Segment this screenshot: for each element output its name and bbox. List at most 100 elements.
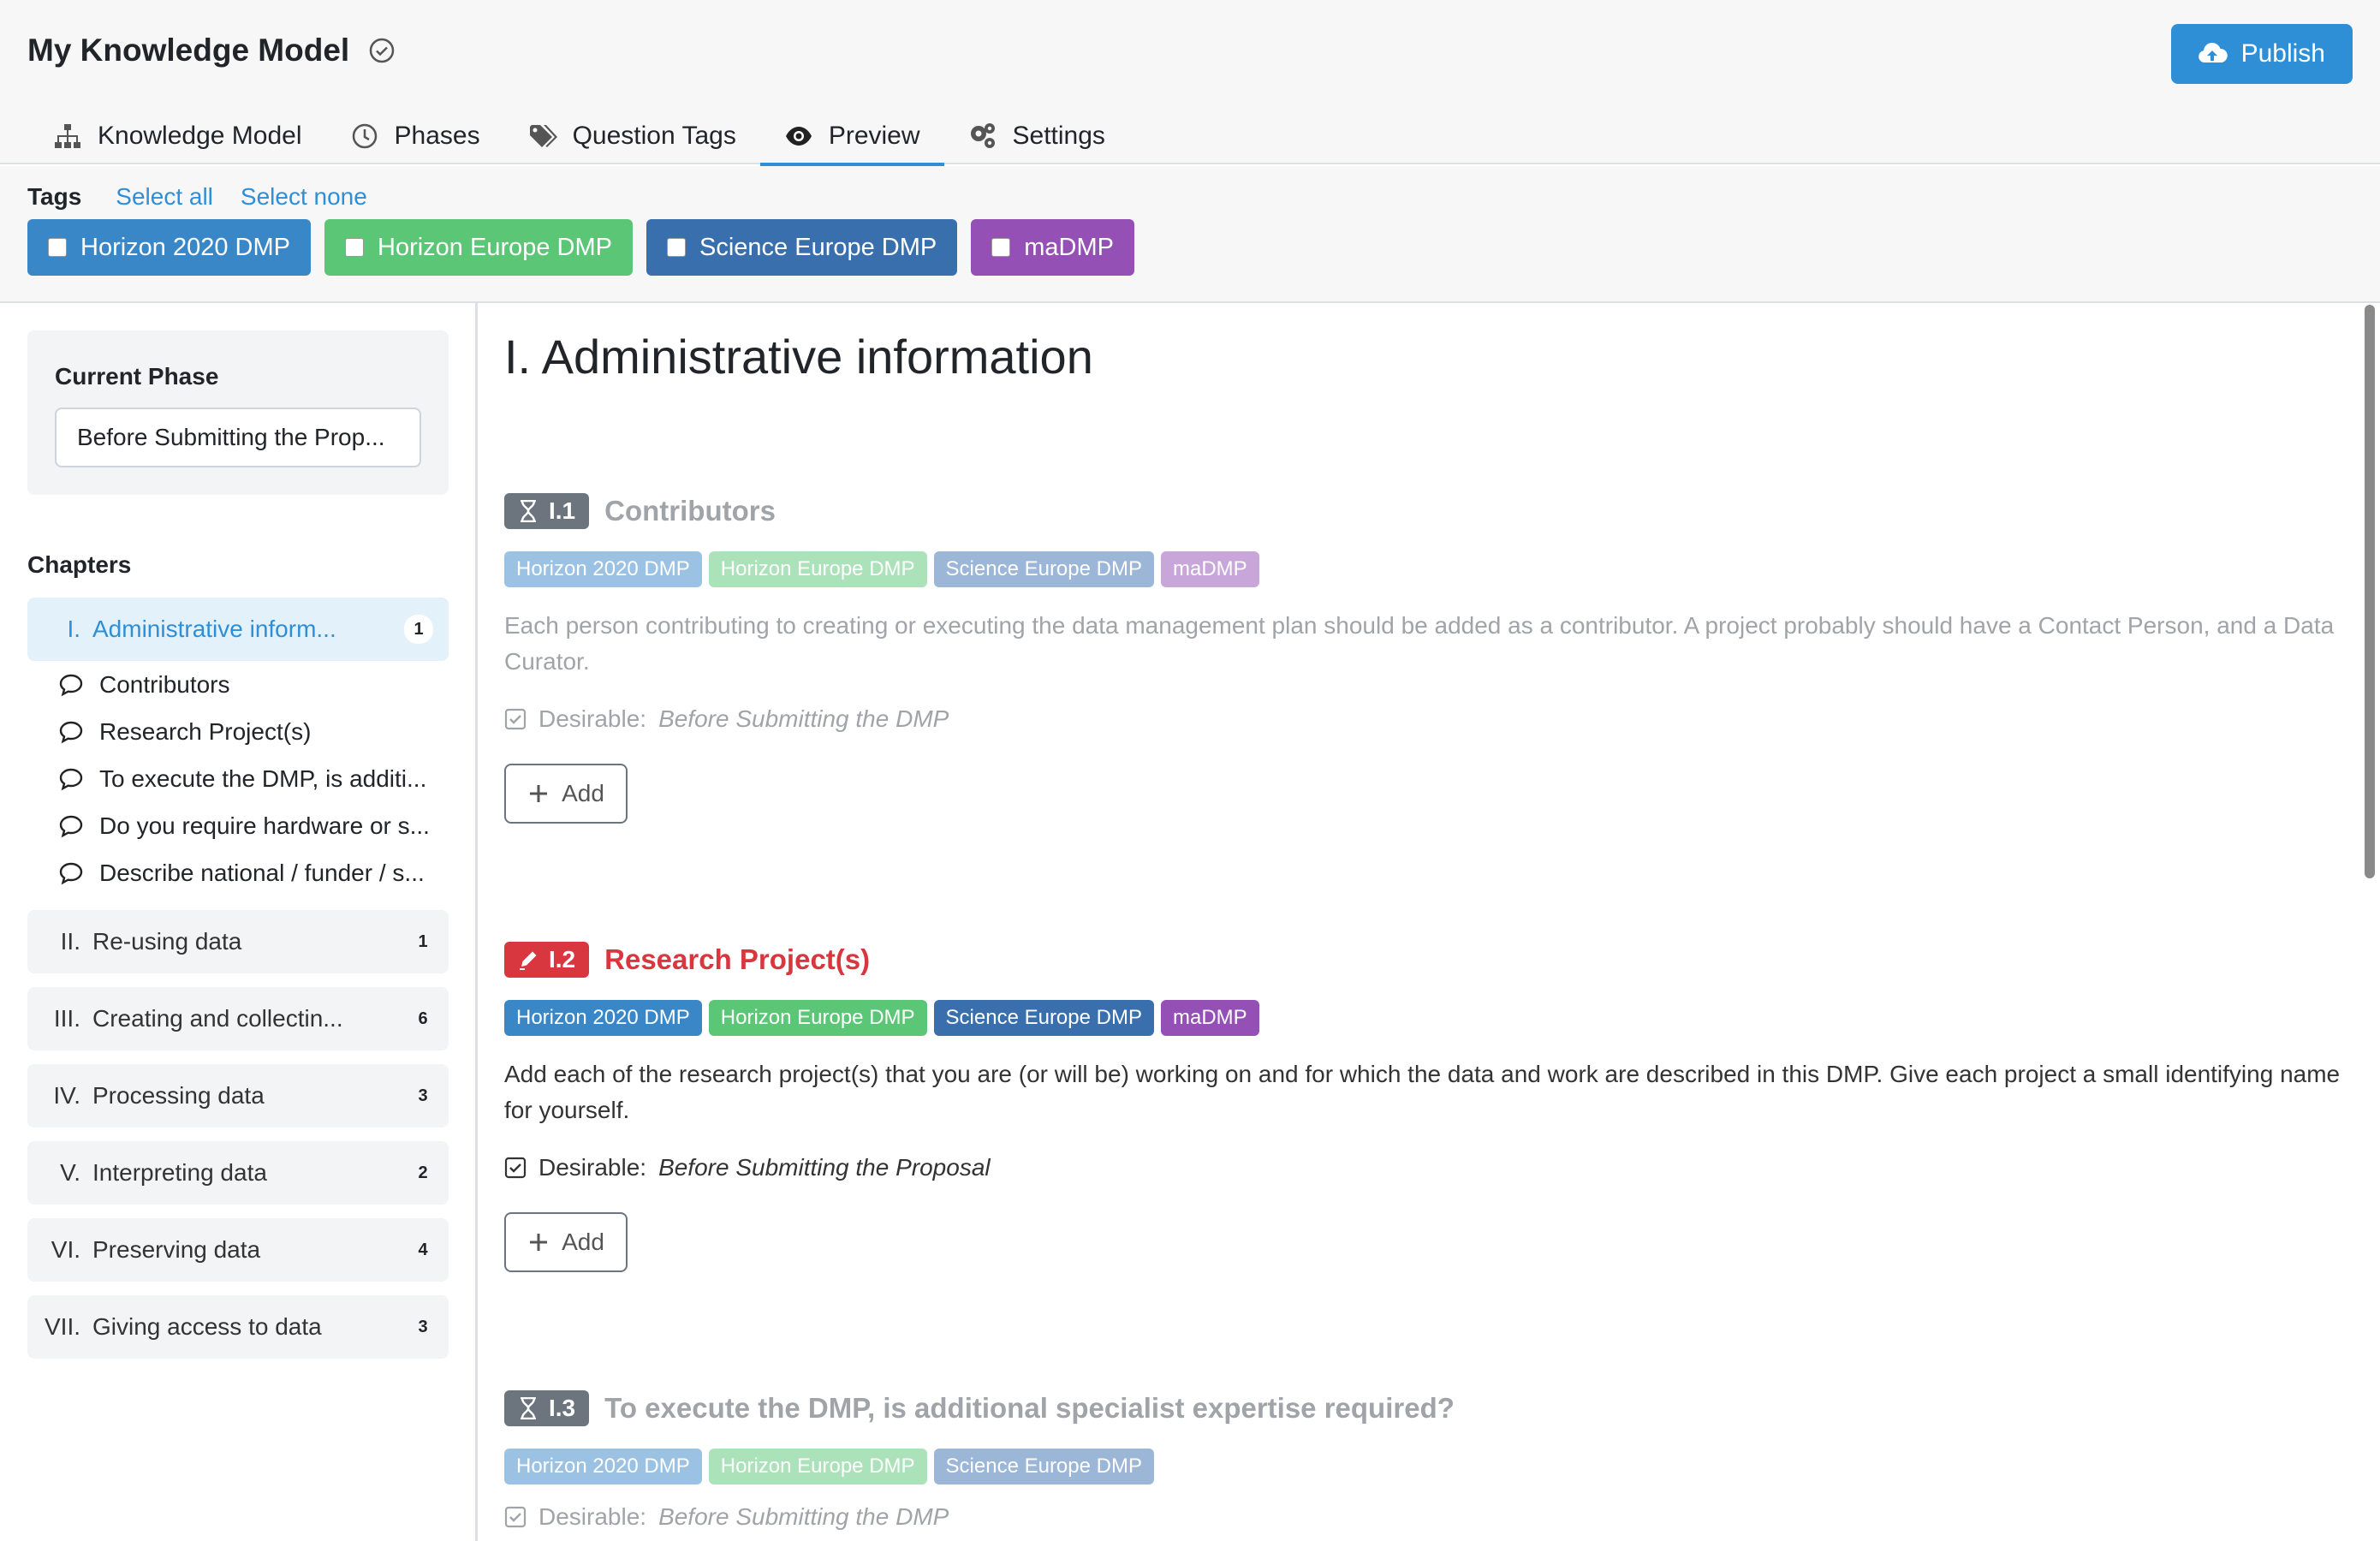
chapters-heading: Chapters <box>27 551 132 578</box>
sidebar-question-research-projects[interactable]: Research Project(s) <box>58 713 311 751</box>
phase-select[interactable]: Before Submitting the Prop... <box>55 408 421 467</box>
question-label: Contributors <box>99 671 230 698</box>
question-desirable: Desirable: Before Submitting the Proposa… <box>504 1154 2364 1181</box>
eye-icon <box>785 127 812 146</box>
tag-toggle-label: Horizon Europe DMP <box>378 233 612 261</box>
tab-question-tags[interactable]: Question Tags <box>504 108 760 164</box>
chapter-item-creating-collecting[interactable]: III. Creating and collectin... 6 <box>27 987 449 1050</box>
question-contributors: I.1 Contributors Horizon 2020 DMP Horizo… <box>504 491 2364 824</box>
check-circle-icon <box>369 38 395 63</box>
comment-icon <box>59 721 83 744</box>
check-square-icon <box>504 1506 527 1528</box>
chapter-count-badge: 6 <box>418 1008 428 1028</box>
question-number-badge: I.2 <box>504 942 590 978</box>
chapter-item-interpreting-data[interactable]: V. Interpreting data 2 <box>27 1141 449 1205</box>
select-none-link[interactable]: Select none <box>241 183 367 211</box>
tag-toggle-label: maDMP <box>1024 233 1114 261</box>
question-label: To execute the DMP, is additi... <box>99 765 427 792</box>
tag-badge: Horizon Europe DMP <box>708 551 927 587</box>
tab-label: Knowledge Model <box>98 122 302 150</box>
chapter-item-preserving-data[interactable]: VI. Preserving data 4 <box>27 1218 449 1282</box>
chapter-item-giving-access[interactable]: VII. Giving access to data 3 <box>27 1295 449 1359</box>
tag-badge: maDMP <box>1160 551 1259 587</box>
tab-knowledge-model[interactable]: Knowledge Model <box>27 108 326 164</box>
chapter-title: Administrative inform... <box>92 616 336 642</box>
question-title: To execute the DMP, is additional specia… <box>604 1392 1455 1424</box>
chapter-count-badge: 3 <box>418 1317 428 1336</box>
chapters-sidebar: Current Phase Before Submitting the Prop… <box>0 303 478 1541</box>
plus-icon <box>530 785 548 802</box>
add-label: Add <box>562 780 604 806</box>
question-desirable: Desirable: Before Submitting the DMP <box>504 705 2364 733</box>
tag-toggle-label: Horizon 2020 DMP <box>80 233 290 261</box>
tag-checkbox[interactable] <box>991 238 1011 257</box>
sidebar-question-national-funder[interactable]: Describe national / funder / s... <box>58 854 425 892</box>
hourglass-icon <box>521 1397 536 1419</box>
question-tags: Horizon 2020 DMP Horizon Europe DMP Scie… <box>504 1000 2364 1036</box>
question-research-projects: I.2 Research Project(s) Horizon 2020 DMP… <box>504 940 2364 1272</box>
tag-toggle-horizon-europe[interactable]: Horizon Europe DMP <box>324 219 633 276</box>
tag-checkbox[interactable] <box>345 238 364 257</box>
tag-badge: Science Europe DMP <box>933 551 1154 587</box>
select-all-link[interactable]: Select all <box>116 183 213 211</box>
comment-icon <box>59 815 83 838</box>
comment-icon <box>59 768 83 791</box>
plus-icon <box>530 1234 548 1251</box>
pencil-icon <box>520 951 537 970</box>
tab-phases[interactable]: Phases <box>326 108 504 164</box>
question-label: Do you require hardware or s... <box>99 812 430 839</box>
question-title: Contributors <box>604 495 776 527</box>
current-phase-card: Current Phase Before Submitting the Prop… <box>27 330 449 495</box>
chapter-count-badge: 1 <box>418 931 428 951</box>
tag-toggle-horizon-2020[interactable]: Horizon 2020 DMP <box>27 219 311 276</box>
add-item-button[interactable]: Add <box>504 1212 628 1272</box>
question-number: I.3 <box>549 1395 576 1421</box>
add-item-button[interactable]: Add <box>504 764 628 824</box>
publish-label: Publish <box>2240 39 2325 68</box>
content-scrollbar[interactable] <box>2365 305 2375 878</box>
desirable-label: Desirable: <box>538 1154 647 1181</box>
sidebar-question-contributors[interactable]: Contributors <box>58 666 230 704</box>
comment-icon <box>59 862 83 885</box>
question-specialist-expertise: I.3 To execute the DMP, is additional sp… <box>504 1389 2364 1531</box>
desirable-phase: Before Submitting the DMP <box>658 705 949 732</box>
tab-label: Phases <box>394 122 480 150</box>
tags-icon <box>529 125 557 147</box>
tag-badge: maDMP <box>1160 1000 1259 1036</box>
question-number-badge: I.1 <box>504 493 590 529</box>
chapter-item-reusing-data[interactable]: II. Re-using data 1 <box>27 910 449 973</box>
tag-checkbox[interactable] <box>667 238 686 257</box>
comment-icon <box>59 674 83 697</box>
sidebar-question-specialist-expertise[interactable]: To execute the DMP, is additi... <box>58 760 426 798</box>
gears-icon <box>970 123 995 148</box>
publish-button[interactable]: Publish <box>2170 24 2353 84</box>
tag-checkbox[interactable] <box>48 238 67 257</box>
tag-toggle-madmp[interactable]: maDMP <box>971 219 1134 276</box>
desirable-phase: Before Submitting the Proposal <box>658 1154 991 1181</box>
tag-filter-header: Tags Select all Select none <box>27 183 395 211</box>
tag-toggle-science-europe[interactable]: Science Europe DMP <box>646 219 958 276</box>
chapter-title: Re-using data <box>92 928 242 955</box>
current-phase-label: Current Phase <box>55 363 219 390</box>
chapter-number: III. <box>53 1005 80 1032</box>
tab-label: Preview <box>828 122 920 150</box>
check-square-icon <box>504 708 527 730</box>
cloud-upload-icon <box>2198 42 2228 62</box>
question-description: Each person contributing to creating or … <box>504 612 2335 675</box>
chapter-number: IV. <box>53 1082 80 1109</box>
preview-content: I. Administrative information I.1 Contri… <box>480 303 2364 1541</box>
chapter-item-processing-data[interactable]: IV. Processing data 3 <box>27 1064 449 1127</box>
tab-preview[interactable]: Preview <box>759 108 944 166</box>
chapter-title-heading: I. Administrative information <box>504 330 1093 384</box>
chapter-item-administrative[interactable]: I. Administrative inform... 1 <box>27 598 449 661</box>
tab-settings[interactable]: Settings <box>944 108 1129 164</box>
tag-badge: Science Europe DMP <box>933 1449 1154 1484</box>
chapter-count-badge: 2 <box>418 1163 428 1182</box>
sidebar-question-hardware[interactable]: Do you require hardware or s... <box>58 807 430 845</box>
chapter-title: Creating and collectin... <box>92 1005 343 1032</box>
question-title: Research Project(s) <box>604 943 871 975</box>
question-number-badge: I.3 <box>504 1390 590 1426</box>
chapter-number: II. <box>60 928 80 955</box>
question-tags: Horizon 2020 DMP Horizon Europe DMP Scie… <box>504 551 2364 587</box>
chapter-number: I. <box>67 616 80 642</box>
